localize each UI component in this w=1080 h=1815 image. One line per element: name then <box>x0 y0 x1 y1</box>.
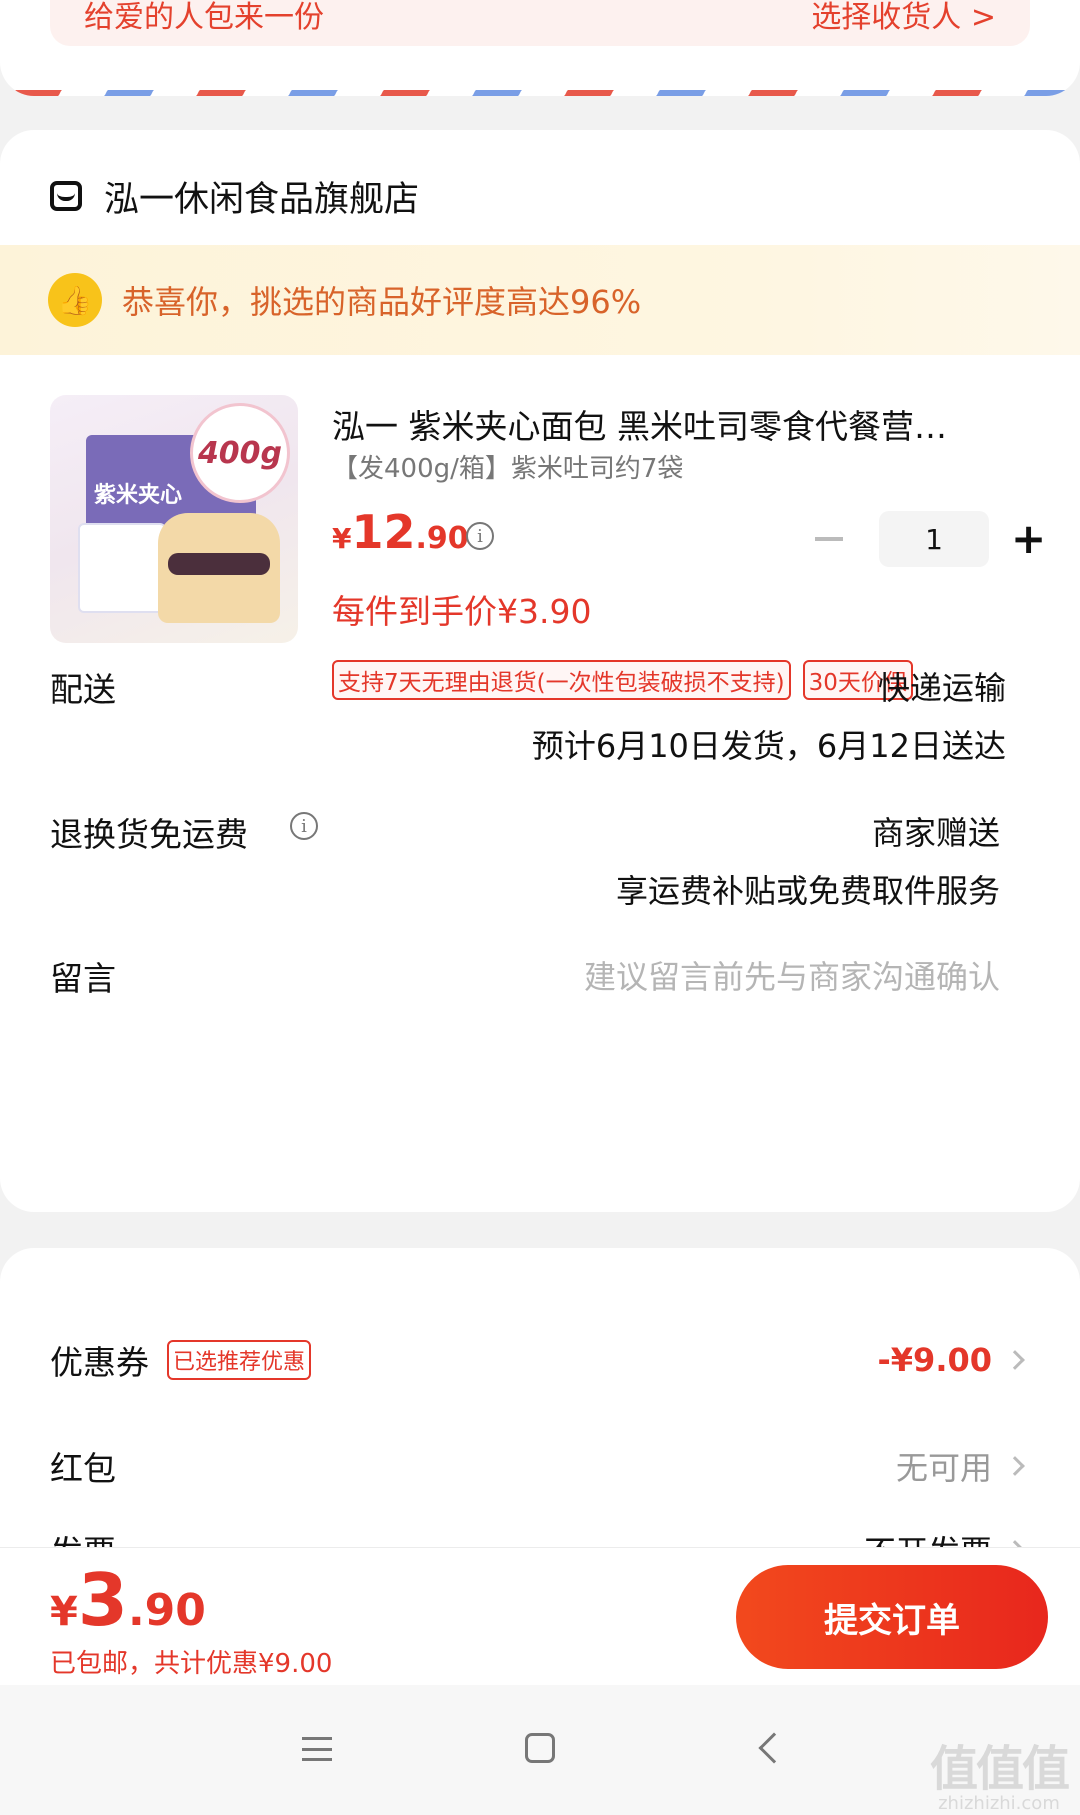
return-info-icon[interactable]: i <box>290 812 318 840</box>
checkout-bar: ¥3.90 已包邮，共计优惠¥9.00 提交订单 <box>0 1547 1080 1685</box>
price-info-icon[interactable]: i <box>466 522 494 550</box>
return-shipping-label: 退换货免运费 <box>50 815 248 854</box>
return-shipping-value: 商家赠送 <box>871 814 1000 852</box>
chevron-right-icon <box>1005 1350 1025 1370</box>
invoice-value: 不开发票 <box>864 1527 992 1548</box>
thumbs-up-icon: 👍 <box>48 273 102 327</box>
product-spec[interactable]: 【发400g/箱】紫米吐司约7袋 <box>332 448 683 485</box>
redpacket-value: 无可用 <box>895 1449 992 1487</box>
address-card[interactable]: 给爱的人包来一份 选择收货人 > <box>0 0 1080 96</box>
weight-badge: 400g <box>190 403 290 503</box>
coupon-badge: 已选推荐优惠 <box>167 1340 312 1380</box>
back-icon[interactable] <box>758 1732 790 1764</box>
menu-icon[interactable] <box>302 1737 332 1761</box>
message-label: 留言 <box>50 959 116 998</box>
redpacket-label: 红包 <box>50 1449 116 1488</box>
return-shipping-row[interactable]: 退换货免运费 i 商家赠送 享运费补贴或免费取件服务 <box>50 808 1000 910</box>
system-nav-bar: 值值值 zhizhizhi.com <box>0 1685 1080 1815</box>
invoice-row[interactable]: 发票 不开发票 <box>50 1520 1025 1548</box>
message-input[interactable]: 建议留言前先与商家沟通确认 <box>584 952 1000 998</box>
bread-graphic <box>158 513 280 623</box>
plus-icon[interactable]: + <box>1011 518 1046 560</box>
praise-text: 恭喜你，挑选的商品好评度高达96% <box>122 283 642 321</box>
product-pack-graphic <box>78 523 166 613</box>
delivery-row[interactable]: 配送 快递运输 预计6月10日发货，6月12日送达 <box>50 663 1006 765</box>
redpacket-value-group[interactable]: 无可用 <box>895 1443 1025 1489</box>
coupon-label: 优惠券 <box>50 1343 149 1382</box>
quantity-stepper: 1 + <box>815 511 1046 567</box>
select-recipient-link[interactable]: 选择收货人 > <box>811 0 996 36</box>
minus-icon[interactable] <box>815 537 843 541</box>
store-icon <box>50 181 82 211</box>
coupon-value: -¥9.00 <box>877 1341 993 1379</box>
product-title[interactable]: 泓一 紫米夹心面包 黑米吐司零食代餐营… <box>332 400 1012 448</box>
delivery-method: 快递运输 <box>877 669 1006 707</box>
store-card: 泓一休闲食品旗舰店 👍 恭喜你，挑选的商品好评度高达96% 紫米夹心 400g … <box>0 130 1080 1212</box>
praise-banner: 👍 恭喜你，挑选的商品好评度高达96% <box>0 245 1080 355</box>
return-shipping-detail: 享运费补贴或免费取件服务 <box>615 872 1000 910</box>
coupon-value-group[interactable]: -¥9.00 <box>877 1341 1025 1379</box>
return-shipping-info: 商家赠送 享运费补贴或免费取件服务 <box>616 808 1000 912</box>
address-hint: 给爱的人包来一份 <box>84 0 324 35</box>
message-row[interactable]: 留言 建议留言前先与商家沟通确认 <box>50 952 1000 1000</box>
chevron-right-icon <box>1005 1456 1025 1476</box>
submit-order-button[interactable]: 提交订单 <box>736 1565 1048 1669</box>
invoice-value-group[interactable]: 不开发票 <box>864 1527 1025 1548</box>
address-banner[interactable]: 给爱的人包来一份 选择收货人 > <box>50 0 1030 46</box>
invoice-label: 发票 <box>50 1526 116 1548</box>
watermark-logo: 值值值 zhizhizhi.com <box>929 1741 1070 1814</box>
redpacket-row[interactable]: 红包 无可用 <box>50 1436 1025 1496</box>
discount-card: 优惠券 已选推荐优惠 -¥9.00 红包 无可用 发票 不开发票 <box>0 1248 1080 1548</box>
product-price: ¥12.90 <box>332 505 469 559</box>
total-note: 已包邮，共计优惠¥9.00 <box>50 1649 333 1679</box>
delivery-label: 配送 <box>50 670 116 709</box>
home-icon[interactable] <box>525 1733 555 1763</box>
product-box-text: 紫米夹心 <box>94 483 183 508</box>
product-image[interactable]: 紫米夹心 400g <box>50 395 298 643</box>
store-name: 泓一休闲食品旗舰店 <box>104 179 420 220</box>
final-unit-price: 每件到手价¥3.90 <box>332 592 592 631</box>
quantity-input[interactable]: 1 <box>879 511 989 567</box>
delivery-info: 快递运输 预计6月10日发货，6月12日送达 <box>532 663 1006 767</box>
delivery-estimate: 预计6月10日发货，6月12日送达 <box>531 727 1006 765</box>
coupon-row[interactable]: 优惠券 已选推荐优惠 -¥9.00 <box>50 1330 1025 1390</box>
airmail-border <box>0 90 1080 96</box>
store-header[interactable]: 泓一休闲食品旗舰店 <box>50 166 419 226</box>
total-price: ¥3.90 <box>50 1558 206 1642</box>
